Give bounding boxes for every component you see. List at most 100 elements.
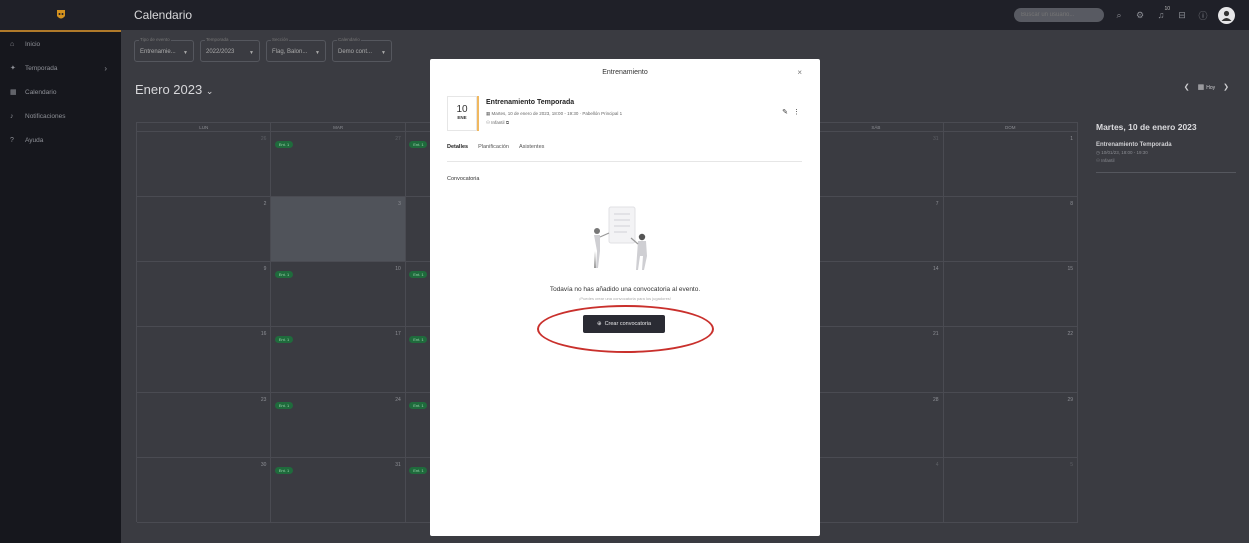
- calendar-day[interactable]: 1: [943, 132, 1078, 198]
- calendar-day[interactable]: 5: [943, 457, 1078, 523]
- day-number: 9: [263, 266, 267, 273]
- filter-select[interactable]: Sección Flag, Balon... ▼: [266, 37, 326, 62]
- day-number: 28: [933, 396, 939, 403]
- calendar-day[interactable]: 26 Ent. 1: [137, 132, 293, 198]
- club-logo-icon: [56, 10, 65, 19]
- calendar-day[interactable]: 16 Ent. 1: [137, 327, 293, 393]
- calendar-nav: ❮ ▦ Hoy ❯: [1184, 83, 1229, 91]
- chevron-right-icon: ›: [104, 63, 107, 73]
- weekday-label: LUN: [137, 123, 272, 132]
- logo[interactable]: [0, 0, 121, 30]
- calendar-day[interactable]: 23 Ent. 1: [137, 392, 293, 458]
- filter-value: Flag, Balon...: [272, 49, 308, 55]
- event-modal: Entrenamiento × 10 ENE Entrenamiento Tem…: [430, 59, 820, 536]
- sidebar-item-label: Inicio: [25, 40, 41, 48]
- search-icon[interactable]: ⌕: [1113, 9, 1125, 21]
- help-icon: ?: [10, 136, 14, 144]
- calendar-day[interactable]: 21: [809, 327, 944, 393]
- settings-icon[interactable]: ⚙: [1134, 9, 1146, 21]
- caret-down-icon: ▼: [249, 50, 254, 56]
- filter-select[interactable]: Calendario Demo cont... ▼: [332, 37, 392, 62]
- calendar-day[interactable]: 22: [943, 327, 1078, 393]
- cart-icon[interactable]: ⊟: [1176, 9, 1188, 21]
- month-selector[interactable]: Enero 2023 ⌄: [135, 82, 213, 97]
- day-number: 17: [395, 331, 401, 338]
- highlight-annotation: [537, 305, 714, 353]
- day-number: 14: [933, 266, 939, 273]
- more-icon[interactable]: ⋮: [793, 108, 800, 116]
- close-icon[interactable]: ×: [797, 68, 802, 77]
- info-icon[interactable]: ⓘ: [1197, 9, 1209, 21]
- filter-label: Tipo de evento: [139, 37, 171, 42]
- calendar-day[interactable]: 30 Ent. 1: [137, 457, 293, 523]
- event-date-box: 10 ENE: [447, 96, 477, 131]
- filter-value: Demo cont...: [338, 49, 373, 55]
- day-number: 10: [395, 266, 401, 273]
- calendar-day[interactable]: 8: [943, 197, 1078, 263]
- caret-down-icon: ▼: [183, 50, 188, 56]
- selected-date: Martes, 10 de enero 2023: [1096, 122, 1197, 132]
- calendar-day[interactable]: 9 Ent. 1: [137, 262, 293, 328]
- day-event-title[interactable]: Entrenamiento Temporada: [1096, 142, 1236, 148]
- event-team[interactable]: ⚇ Infantil ⧉: [486, 120, 509, 126]
- calendar-day[interactable]: 31 Ent. 1: [271, 457, 428, 523]
- filter-select[interactable]: Tipo de evento Entrenamie... ▼: [134, 37, 194, 62]
- caret-down-icon: ▼: [315, 50, 320, 56]
- event-title: Entrenamiento Temporada: [486, 99, 575, 106]
- calendar-day[interactable]: 28: [809, 392, 944, 458]
- filter-select[interactable]: Temporada 2022/2023 ▼: [200, 37, 260, 62]
- month-label: Enero 2023: [135, 82, 203, 97]
- weekday-label: SÁB: [809, 123, 944, 132]
- calendar-day[interactable]: 3: [271, 197, 406, 263]
- calendar-day[interactable]: 2Ent. 1: [137, 197, 293, 263]
- sidebar-item-inicio[interactable]: ⌂ Inicio: [0, 32, 121, 56]
- day-number: 23: [260, 396, 267, 403]
- calendar-day[interactable]: 15: [943, 262, 1078, 328]
- day-number: 2: [263, 201, 267, 208]
- sidebar-item-temporada[interactable]: ✦ Temporada ›: [0, 56, 121, 80]
- prev-month-icon[interactable]: ❮: [1184, 83, 1190, 91]
- filter-bar: Tipo de evento Entrenamie... ▼ Temporada 202…: [134, 37, 392, 62]
- sidebar-item-label: Ayuda: [25, 136, 44, 144]
- sidebar-item-label: Calendario: [25, 88, 57, 96]
- bell-icon[interactable]: ♫ 10: [1155, 6, 1170, 21]
- top-bar: Calendario ⌕ ⚙ ♫10 ⊟ ⓘ: [0, 0, 1249, 30]
- calendar-day[interactable]: 31: [809, 132, 944, 198]
- calendar-day[interactable]: 10 Ent. 1: [271, 262, 428, 328]
- tab-attendees[interactable]: Asistentes: [519, 144, 544, 161]
- tab-planning[interactable]: Planificación: [478, 144, 509, 161]
- divider: [1096, 172, 1236, 173]
- calendar-day[interactable]: 24 Ent. 1: [271, 392, 428, 458]
- next-month-icon[interactable]: ❯: [1223, 83, 1229, 91]
- calendar-day[interactable]: 27 Ent. 1: [271, 132, 428, 198]
- user-icon: [1221, 10, 1232, 21]
- calendar-day[interactable]: 17 Ent. 1: [271, 327, 428, 393]
- sidebar-item-notificaciones[interactable]: ♪ Notificaciones: [0, 104, 121, 128]
- day-number: 29: [1067, 396, 1073, 403]
- calendar-day[interactable]: 14: [809, 262, 944, 328]
- day-number: 27: [395, 136, 401, 142]
- weekday-label: MAR: [271, 123, 406, 132]
- calendar-day[interactable]: 4: [809, 457, 944, 523]
- day-number: 24: [395, 396, 401, 403]
- tab-details[interactable]: Detalles: [447, 144, 468, 161]
- calendar-icon: ▦: [10, 89, 17, 96]
- day-panel: Martes, 10 de enero 2023 Entrenamiento T…: [1096, 122, 1236, 173]
- day-number: 30: [260, 461, 267, 468]
- avatar[interactable]: [1218, 6, 1235, 24]
- search-input[interactable]: [1014, 8, 1104, 22]
- empty-state-message: Todavía no has añadido una convocatoria …: [549, 286, 701, 293]
- edit-icon[interactable]: ✎: [782, 108, 788, 116]
- calendar-day[interactable]: 29: [943, 392, 1078, 458]
- day-event-time-text: 10/01/23, 18:00 - 19:30: [1101, 150, 1148, 155]
- today-button[interactable]: ▦ Hoy: [1198, 83, 1215, 91]
- day-number: 16: [260, 331, 267, 338]
- day-event-team-text: Infantil: [1101, 158, 1115, 163]
- day-number: 22: [1067, 331, 1073, 338]
- home-icon: ⌂: [10, 40, 15, 48]
- calendar-day[interactable]: 7: [809, 197, 944, 263]
- event-month: ENE: [457, 115, 467, 120]
- sidebar-item-calendario[interactable]: ▦ Calendario: [0, 80, 121, 104]
- event-datetime-text: Martes, 10 de enero de 2023, 18:00 - 19:…: [491, 111, 623, 116]
- sidebar-item-ayuda[interactable]: ? Ayuda: [0, 128, 121, 152]
